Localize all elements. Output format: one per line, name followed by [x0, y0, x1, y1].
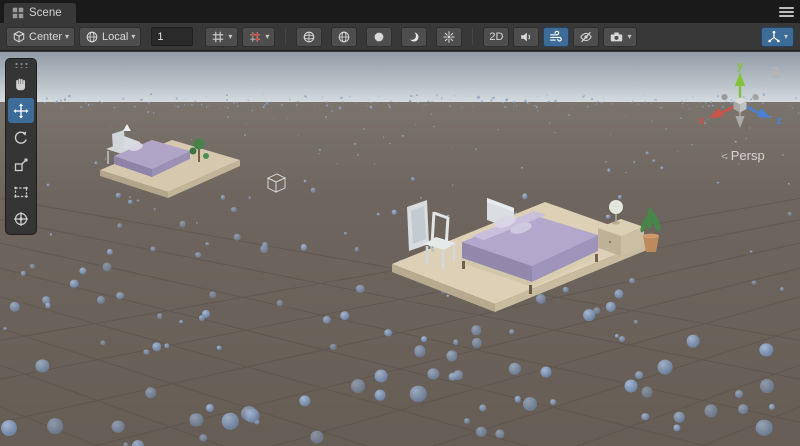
rotate-icon	[13, 130, 29, 146]
gizmo-axis-y[interactable]: y	[735, 60, 745, 104]
tool-strip	[5, 58, 37, 235]
gizmo-axis-neg-x[interactable]	[752, 94, 758, 100]
scale-icon	[13, 157, 29, 173]
shaded-mode-button[interactable]	[296, 27, 322, 47]
rect-tool-icon	[13, 184, 29, 200]
gizmo-center-cube[interactable]	[734, 98, 747, 113]
view-option-toggles	[296, 27, 462, 47]
scene-visibility-button[interactable]	[573, 27, 599, 47]
transform-icon	[13, 211, 29, 227]
gizmos-axes-icon	[767, 30, 781, 44]
projection-label: Persp	[731, 148, 765, 163]
move-icon	[13, 103, 29, 119]
moon-icon	[407, 30, 421, 44]
increment-snap-icon	[248, 30, 262, 44]
wind-effects-icon	[549, 30, 563, 44]
scene-toolbar: Center ▾ Local ▾ ▾ ▾	[0, 23, 800, 51]
fx-toggle-button[interactable]	[436, 27, 462, 47]
bedroom-far[interactable]	[100, 130, 240, 198]
lighting-toggle-button[interactable]	[366, 27, 392, 47]
chevron-down-icon: ▾	[627, 33, 631, 41]
rect-tool-button[interactable]	[8, 179, 34, 204]
toolbar-separator	[285, 28, 286, 45]
gizmo-axis-neg-z[interactable]	[721, 94, 727, 100]
hand-icon	[13, 76, 29, 92]
audio-speaker-icon	[519, 30, 533, 44]
eye-slash-icon	[579, 30, 593, 44]
tab-bar: Scene	[0, 0, 800, 23]
lighting-circle-icon	[372, 30, 386, 44]
tab-label: Scene	[29, 7, 62, 19]
pivot-mode-dropdown[interactable]: Center ▾	[6, 27, 75, 47]
skybox-globe-icon	[337, 30, 351, 44]
effects-burst-icon	[442, 30, 456, 44]
shaded-sphere-icon	[302, 30, 316, 44]
pivot-mode-label: Center	[29, 31, 62, 43]
toolbar-separator	[472, 28, 473, 45]
grid-snap-button[interactable]: ▾	[205, 27, 238, 47]
collapse-icon: <	[721, 151, 727, 163]
scene-objects	[0, 52, 800, 446]
scene-viewport[interactable]: y x z < Persp	[0, 52, 800, 446]
tab-scene[interactable]: Scene	[4, 3, 76, 23]
transform-tool-button[interactable]	[8, 206, 34, 231]
lock-icon[interactable]	[770, 66, 781, 79]
gizmos-dropdown-button[interactable]: ▾	[761, 27, 794, 47]
snap-value-input[interactable]	[151, 27, 193, 46]
audio-toggle-button[interactable]	[513, 27, 539, 47]
scale-tool-button[interactable]	[8, 152, 34, 177]
selection-gizmo-cube[interactable]	[268, 174, 285, 192]
orientation-dropdown[interactable]: Local ▾	[79, 27, 141, 47]
bedroom-near[interactable]	[392, 198, 662, 312]
pivot-cube-icon	[12, 30, 26, 44]
camera-icon	[609, 30, 624, 44]
move-tool-button[interactable]	[8, 98, 34, 123]
chevron-down-icon: ▾	[265, 33, 269, 41]
chevron-down-icon: ▾	[228, 33, 232, 41]
projection-toggle[interactable]: < Persp	[698, 148, 788, 163]
window-menu-icon[interactable]	[779, 7, 794, 17]
rotate-tool-button[interactable]	[8, 125, 34, 150]
2d-mode-label: 2D	[489, 31, 503, 43]
unity-scene-window: Scene Center ▾ Local ▾ ▾	[0, 0, 800, 446]
drag-handle[interactable]	[13, 62, 29, 68]
grid-icon	[12, 7, 24, 19]
grid-snap-icon	[211, 30, 225, 44]
ambient-toggle-button[interactable]	[401, 27, 427, 47]
skybox-toggle-button[interactable]	[331, 27, 357, 47]
chevron-down-icon: ▾	[131, 33, 135, 41]
scene-marker	[123, 124, 131, 131]
camera-settings-button[interactable]: ▾	[603, 27, 637, 47]
chevron-down-icon: ▾	[784, 33, 788, 41]
effects-dropdown-button[interactable]	[543, 27, 569, 47]
hand-tool-button[interactable]	[8, 71, 34, 96]
chevron-down-icon: ▾	[65, 33, 69, 41]
2d-mode-button[interactable]: 2D	[483, 27, 509, 47]
axis-x-label: x	[698, 115, 705, 127]
orientation-label: Local	[102, 31, 128, 43]
orientation-globe-icon	[85, 30, 99, 44]
axis-z-label: z	[776, 115, 782, 127]
increment-snap-button[interactable]: ▾	[242, 27, 275, 47]
axis-y-label: y	[737, 60, 744, 72]
